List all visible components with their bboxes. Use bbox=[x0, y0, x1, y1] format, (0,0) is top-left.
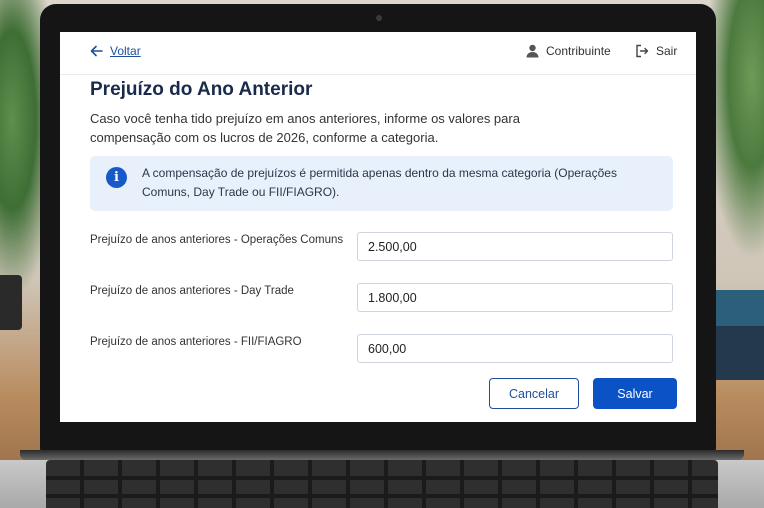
input-operacoes-comuns[interactable] bbox=[357, 232, 673, 261]
background-books bbox=[714, 290, 764, 380]
background-phone bbox=[0, 275, 22, 330]
label-fii-fiagro: Prejuízo de anos anteriores - FII/FIAGRO bbox=[90, 336, 302, 348]
back-label[interactable]: Voltar bbox=[110, 44, 141, 58]
screen: Voltar Contribuinte Sair Prejuízo do Ano… bbox=[60, 32, 696, 422]
info-text: A compensação de prejuízos é permitida a… bbox=[142, 166, 617, 199]
label-day-trade: Prejuízo de anos anteriores - Day Trade bbox=[90, 285, 294, 297]
input-day-trade[interactable] bbox=[357, 283, 673, 312]
info-banner: i A compensação de prejuízos é permitida… bbox=[90, 156, 673, 211]
logout-label: Sair bbox=[656, 44, 678, 58]
label-operacoes-comuns: Prejuízo de anos anteriores - Operações … bbox=[90, 234, 344, 246]
keyboard bbox=[46, 460, 718, 508]
user-icon bbox=[526, 44, 539, 58]
cancel-button[interactable]: Cancelar bbox=[489, 378, 579, 409]
keyboard-row-gap bbox=[46, 494, 718, 498]
back-link[interactable]: Voltar bbox=[90, 44, 141, 58]
page-title: Prejuízo do Ano Anterior bbox=[90, 79, 313, 100]
top-bar: Voltar Contribuinte Sair bbox=[60, 32, 696, 75]
user-menu[interactable]: Contribuinte bbox=[526, 44, 611, 58]
arrow-left-icon bbox=[90, 45, 103, 57]
logout-button[interactable]: Sair bbox=[635, 44, 677, 58]
page-description: Caso você tenha tido prejuízo em anos an… bbox=[90, 111, 520, 145]
logout-icon bbox=[636, 44, 649, 58]
input-fii-fiagro[interactable] bbox=[357, 334, 673, 363]
save-button[interactable]: Salvar bbox=[593, 378, 677, 409]
laptop-hinge bbox=[20, 450, 744, 460]
user-label: Contribuinte bbox=[546, 44, 611, 58]
webcam bbox=[376, 15, 382, 21]
keyboard-row-gap bbox=[46, 476, 718, 480]
info-icon: i bbox=[106, 167, 127, 188]
